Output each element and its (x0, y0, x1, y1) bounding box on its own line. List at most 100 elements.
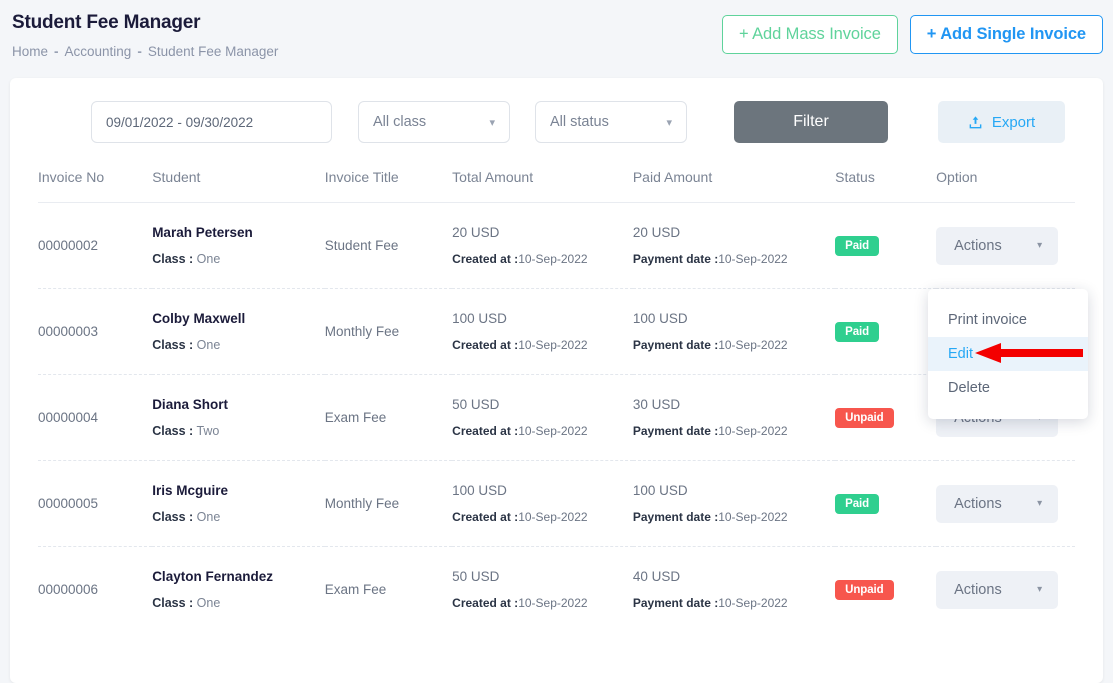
cell-student: Iris Mcguire Class : One (152, 461, 325, 547)
payment-date: Payment date :10-Sep-2022 (633, 338, 835, 352)
student-class: Class : One (152, 252, 325, 266)
status-badge: Paid (835, 236, 879, 256)
column-header-invoice-title: Invoice Title (325, 169, 452, 203)
header-left: Student Fee Manager Home - Accounting - … (12, 10, 278, 59)
payment-date-value: 10-Sep-2022 (718, 510, 787, 524)
invoice-title-value: Monthly Fee (325, 324, 399, 339)
caret-down-icon: ▾ (1037, 240, 1042, 251)
breadcrumb-item-accounting[interactable]: Accounting (65, 44, 132, 59)
add-mass-invoice-button[interactable]: + Add Mass Invoice (722, 15, 898, 54)
cell-invoice-no: 00000004 (38, 375, 152, 461)
created-at: Created at :10-Sep-2022 (452, 596, 633, 610)
class-select[interactable]: All class ▾ (358, 101, 510, 143)
breadcrumb-separator: - (137, 44, 142, 59)
filter-button[interactable]: Filter (734, 101, 888, 143)
cell-invoice-title: Exam Fee (325, 547, 452, 633)
cell-invoice-title: Monthly Fee (325, 289, 452, 375)
caret-down-icon: ▾ (1037, 498, 1042, 509)
add-single-invoice-button[interactable]: + Add Single Invoice (910, 15, 1103, 54)
created-at: Created at :10-Sep-2022 (452, 510, 633, 524)
class-value: One (197, 510, 221, 524)
cell-invoice-title: Monthly Fee (325, 461, 452, 547)
cell-invoice-no: 00000003 (38, 289, 152, 375)
payment-date-label: Payment date : (633, 510, 718, 524)
student-class: Class : One (152, 510, 325, 524)
class-label: Class : (152, 424, 193, 438)
chevron-down-icon: ▾ (489, 116, 495, 129)
class-value: One (197, 596, 221, 610)
cell-student: Marah PetersenClass : One (152, 203, 325, 289)
table-row: 00000006Clayton FernandezClass : OneExam… (38, 547, 1075, 633)
column-header-option: Option (936, 169, 1075, 203)
cell-status: Unpaid (835, 547, 936, 633)
payment-date-label: Payment date : (633, 596, 718, 610)
dropdown-item-edit[interactable]: Edit (928, 337, 1088, 371)
actions-button[interactable]: Actions ▾ (936, 227, 1058, 265)
cell-invoice-no: 00000006 (38, 547, 152, 633)
student-name: Diana Short (152, 397, 325, 412)
cell-total-amount: 50 USD Created at :10-Sep-2022 (452, 547, 633, 633)
cell-paid-amount: 100 USD Payment date :10-Sep-2022 (633, 461, 835, 547)
created-at-value: 10-Sep-2022 (518, 596, 587, 610)
total-amount-value: 100 USD (452, 311, 633, 326)
total-amount-value: 50 USD (452, 569, 633, 584)
status-select[interactable]: All status ▾ (535, 101, 687, 143)
status-select-label: All status (550, 114, 609, 130)
payment-date-label: Payment date : (633, 252, 718, 266)
dropdown-item-delete[interactable]: Delete (928, 371, 1088, 405)
actions-button[interactable]: Actions▾ (936, 485, 1058, 523)
created-at-value: 10-Sep-2022 (518, 338, 587, 352)
created-at-value: 10-Sep-2022 (518, 510, 587, 524)
class-value: Two (196, 424, 219, 438)
payment-date-value: 10-Sep-2022 (718, 252, 787, 266)
status-badge: Unpaid (835, 580, 893, 600)
created-at-label: Created at : (452, 596, 518, 610)
invoice-no-value: 00000004 (38, 410, 98, 425)
breadcrumb-item-home[interactable]: Home (12, 44, 48, 59)
table-header-row: Invoice No Student Invoice Title Total A… (38, 169, 1075, 203)
export-button[interactable]: Export (938, 101, 1065, 143)
student-class: Class : One (152, 338, 325, 352)
column-header-status: Status (835, 169, 936, 203)
table-header: Invoice No Student Invoice Title Total A… (38, 169, 1075, 203)
created-at: Created at :10-Sep-2022 (452, 338, 633, 352)
student-name: Colby Maxwell (152, 311, 325, 326)
caret-down-icon: ▾ (1037, 584, 1042, 595)
table-row: 00000002Marah PetersenClass : OneStudent… (38, 203, 1075, 289)
student-class: Class : One (152, 596, 325, 610)
actions-button[interactable]: Actions▾ (936, 571, 1058, 609)
date-range-input[interactable] (91, 101, 332, 143)
paid-amount-value: 40 USD (633, 569, 835, 584)
paid-amount-value: 100 USD (633, 483, 835, 498)
payment-date: Payment date :10-Sep-2022 (633, 510, 835, 524)
paid-amount-value: 30 USD (633, 397, 835, 412)
cell-student: Clayton FernandezClass : One (152, 547, 325, 633)
cell-status: Unpaid (835, 375, 936, 461)
class-value: One (197, 338, 221, 352)
table-row: 00000003Colby MaxwellClass : OneMonthly … (38, 289, 1075, 375)
paid-amount-value: 20 USD (633, 225, 835, 240)
student-name: Iris Mcguire (152, 483, 325, 498)
actions-button-label: Actions (954, 238, 1002, 254)
status-badge: Paid (835, 322, 879, 342)
total-amount-value: 100 USD (452, 483, 633, 498)
class-value: One (197, 252, 221, 266)
created-at-label: Created at : (452, 338, 518, 352)
breadcrumb-separator: - (54, 44, 59, 59)
payment-date-value: 10-Sep-2022 (718, 424, 787, 438)
payment-date-label: Payment date : (633, 338, 718, 352)
cell-status: Paid (835, 289, 936, 375)
status-badge: Paid (835, 494, 879, 514)
class-label: Class : (152, 510, 193, 524)
cell-option: Actions▾ (936, 461, 1075, 547)
created-at: Created at :10-Sep-2022 (452, 424, 633, 438)
filter-bar: All class ▾ All status ▾ Filter Export (38, 98, 1075, 143)
invoice-no-value: 00000003 (38, 324, 98, 339)
cell-option: Actions▾ (936, 547, 1075, 633)
class-label: Class : (152, 338, 193, 352)
table-row: 00000005Iris McguireClass : OneMonthly F… (38, 461, 1075, 547)
paid-amount-value: 100 USD (633, 311, 835, 326)
created-at-label: Created at : (452, 252, 518, 266)
dropdown-item-print-invoice[interactable]: Print invoice (928, 303, 1088, 337)
payment-date-label: Payment date : (633, 424, 718, 438)
